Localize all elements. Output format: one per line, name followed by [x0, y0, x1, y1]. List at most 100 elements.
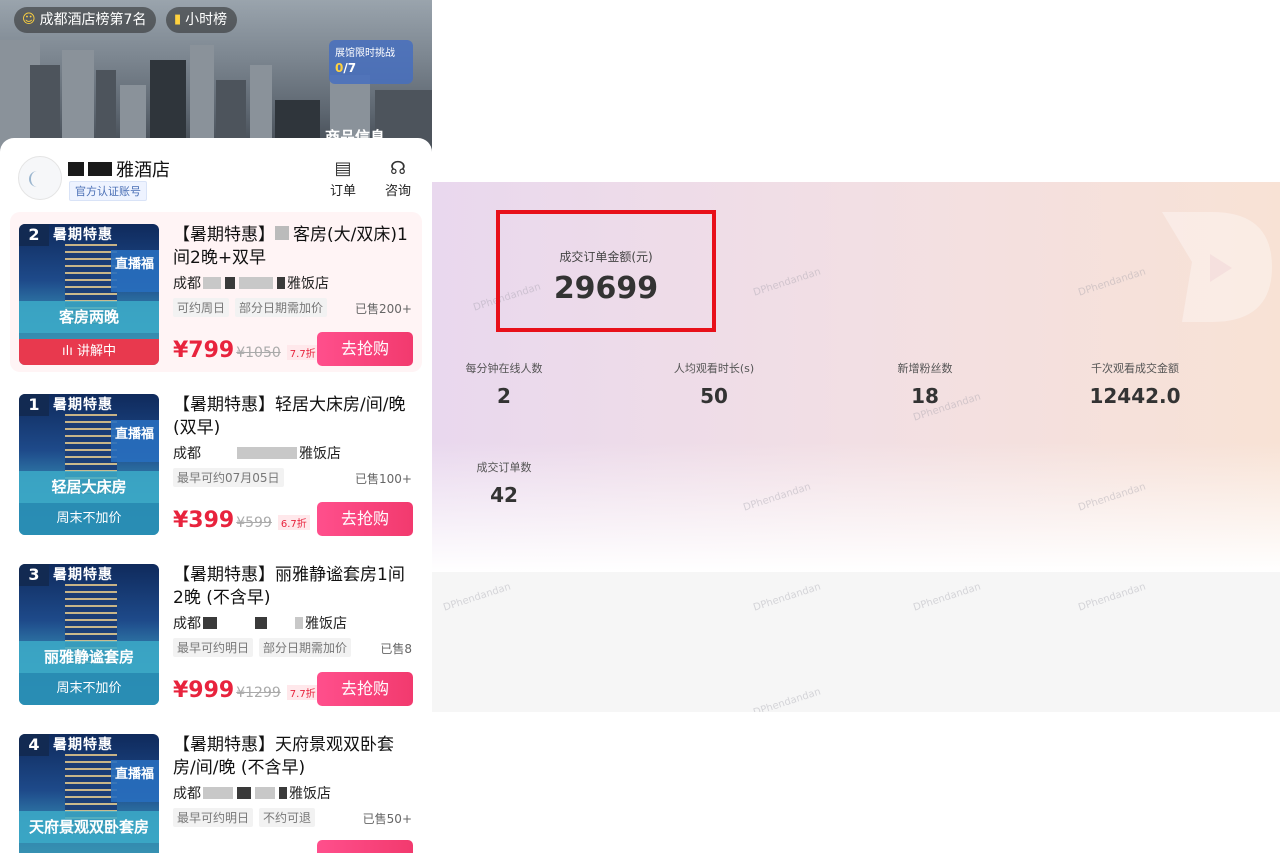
tag: 最早可约明日 — [173, 808, 254, 827]
product-thumbnail[interactable]: 1 暑期特惠 直播福 轻居大床房 周末不加价 — [19, 394, 159, 535]
sold-count: 已售200+ — [355, 302, 412, 316]
expo-challenge-title: 展馆限时挑战 — [335, 48, 395, 59]
product-title[interactable]: 【暑期特惠】轻居大床房/间/晚(双早) — [173, 394, 413, 440]
gpm-metric: 千次观看成交金额 12442.0 — [1075, 360, 1195, 408]
thumb-subtitle: 周末不加价 — [19, 673, 159, 705]
discount-badge: 6.7折 — [277, 515, 310, 530]
product-title[interactable]: 【暑期特惠】丽雅静谧套房1间2晚 (不含早) — [173, 564, 413, 610]
product-card[interactable]: 2 暑期特惠 直播福 客房两晚 ılı 讲解中 【暑期特惠】 客房(大/双床)1间… — [10, 212, 422, 372]
tag: 最早可约07月05日 — [173, 468, 284, 487]
promo-label: 暑期特惠 — [53, 567, 113, 583]
original-price: ¥1050 — [236, 345, 281, 361]
tag: 可约周日 — [173, 298, 230, 317]
city-rank-pill[interactable]: ☺ 成都酒店榜第7名 — [14, 7, 157, 33]
product-card[interactable]: 1 暑期特惠 直播福 轻居大床房 周末不加价 【暑期特惠】轻居大床房/间/晚(双… — [10, 382, 422, 542]
tag: 部分日期需加价 — [259, 638, 352, 657]
hotel-location: 成都 雅饭店 — [173, 613, 347, 633]
thumb-title: 天府景观双卧套房 — [19, 811, 159, 843]
buy-button[interactable]: 去抢购 — [317, 502, 413, 536]
thumb-title: 轻居大床房 — [19, 471, 159, 503]
hotel-name: 雅饭店 — [287, 276, 329, 292]
current-price: ¥999 — [173, 678, 235, 703]
sold-count: 已售8 — [380, 642, 412, 656]
thumb-title: 客房两晚 — [19, 301, 159, 333]
promo-label: 暑期特惠 — [53, 737, 113, 753]
metric-value: 18 — [911, 384, 939, 408]
expo-challenge-widget[interactable]: 展馆限时挑战 0/7 — [329, 40, 413, 84]
watermark: DPhendandan — [752, 266, 823, 299]
product-tags: 可约周日 部分日期需加价 — [173, 298, 328, 317]
avg-watch-time-metric: 人均观看时长(s) 50 — [654, 360, 774, 408]
current-price: ¥399 — [173, 508, 235, 533]
discount-badge: 7.7折 — [286, 345, 319, 360]
buy-button[interactable] — [317, 840, 413, 853]
order-label: 订单 — [329, 184, 356, 199]
hotel-location: 成都 雅饭店 — [173, 783, 331, 803]
sold-count: 已售50+ — [362, 812, 412, 826]
live-data-dashboard: DPhendandan DPhendandan DPhendandan DPhe… — [432, 182, 1280, 712]
order-button[interactable]: ▤ 订单 — [327, 158, 359, 199]
city: 成都 — [173, 276, 201, 292]
rank-badge: 1 — [19, 394, 49, 416]
rank-badge: 2 — [19, 224, 49, 246]
thumb-title: 丽雅静谧套房 — [19, 641, 159, 673]
price-row: ¥999 ¥1299 7.7折 — [173, 678, 319, 703]
order-count-metric: 成交订单数 42 — [454, 459, 554, 507]
live-benefit-tag: 直播福 — [111, 760, 159, 802]
waveform-icon: ılı — [62, 344, 77, 359]
hotel-location: 成都 雅饭店 — [173, 443, 341, 463]
product-tags: 最早可约07月05日 — [173, 468, 284, 487]
hotel-location: 成都 雅饭店 — [173, 273, 329, 293]
rank-badge: 4 — [19, 734, 49, 756]
product-tags: 最早可约明日 部分日期需加价 — [173, 638, 352, 657]
metric-value: 2 — [497, 384, 511, 408]
live-benefit-tag: 直播福 — [111, 250, 159, 292]
metric-label: 每分钟在线人数 — [465, 362, 543, 375]
city: 成都 — [173, 446, 201, 462]
hotel-name: 雅饭店 — [289, 786, 331, 802]
new-followers-metric: 新增粉丝数 18 — [875, 360, 975, 408]
buy-button[interactable]: 去抢购 — [317, 672, 413, 706]
explaining-label: 讲解中 — [76, 344, 116, 359]
product-sheet: 雅酒店 官方认证账号 ▤ 订单 ☊ 咨询 2 暑期特惠 直播福 客房两晚 ılı… — [0, 138, 432, 853]
verified-badge: 官方认证账号 — [69, 181, 147, 201]
live-video-banner: ☺ 成都酒店榜第7名 ▮ 小时榜 展馆限时挑战 0/7 商品信息 — [0, 0, 432, 160]
live-benefit-tag: 直播福 — [111, 420, 159, 462]
product-thumbnail[interactable]: 4 暑期特惠 直播福 天府景观双卧套房 — [19, 734, 159, 853]
consult-button[interactable]: ☊ 咨询 — [382, 158, 414, 199]
tag: 部分日期需加价 — [235, 298, 328, 317]
highlight-box — [496, 210, 716, 332]
price-row: ¥799 ¥1050 7.7折 — [173, 338, 319, 363]
product-thumbnail[interactable]: 2 暑期特惠 直播福 客房两晚 ılı 讲解中 — [19, 224, 159, 365]
promo-label: 暑期特惠 — [53, 397, 113, 413]
tag: 不约可退 — [259, 808, 316, 827]
sold-count: 已售100+ — [355, 472, 412, 486]
city: 成都 — [173, 786, 201, 802]
shop-name[interactable]: 雅酒店 — [68, 156, 170, 182]
price-row: ¥399 ¥599 6.7折 — [173, 508, 310, 533]
shop-avatar[interactable] — [18, 156, 62, 200]
buy-button[interactable]: 去抢购 — [317, 332, 413, 366]
tag: 最早可约明日 — [173, 638, 254, 657]
metric-label: 人均观看时长(s) — [673, 362, 755, 375]
expo-challenge-progress: 0/7 — [335, 61, 407, 75]
city: 成都 — [173, 616, 201, 632]
live-room-panel: ☺ 成都酒店榜第7名 ▮ 小时榜 展馆限时挑战 0/7 商品信息 雅酒店 官方认… — [0, 0, 432, 853]
metric-label: 成交订单数 — [476, 461, 532, 474]
rank-badge: 3 — [19, 564, 49, 586]
headset-icon: ☊ — [390, 158, 406, 179]
current-price: ¥799 — [173, 338, 235, 363]
product-thumbnail[interactable]: 3 暑期特惠 丽雅静谧套房 周末不加价 — [19, 564, 159, 705]
hour-rank-pill[interactable]: ▮ 小时榜 — [166, 7, 238, 33]
promo-label: 暑期特惠 — [53, 227, 113, 243]
product-title[interactable]: 【暑期特惠】天府景观双卧套房/间/晚 (不含早) — [173, 734, 413, 780]
original-price: ¥1299 — [236, 685, 281, 701]
metric-label: 千次观看成交金额 — [1091, 362, 1179, 375]
bar-chart-icon: ▮ — [174, 12, 182, 27]
order-icon: ▤ — [334, 158, 352, 179]
product-title[interactable]: 【暑期特惠】 客房(大/双床)1间2晚+双早 — [173, 224, 413, 270]
product-tags: 最早可约明日 不约可退 — [173, 808, 316, 827]
product-card[interactable]: 4 暑期特惠 直播福 天府景观双卧套房 【暑期特惠】天府景观双卧套房/间/晚 (… — [10, 722, 422, 853]
product-card[interactable]: 3 暑期特惠 丽雅静谧套房 周末不加价 【暑期特惠】丽雅静谧套房1间2晚 (不含… — [10, 552, 422, 712]
metric-value: 42 — [490, 483, 518, 507]
